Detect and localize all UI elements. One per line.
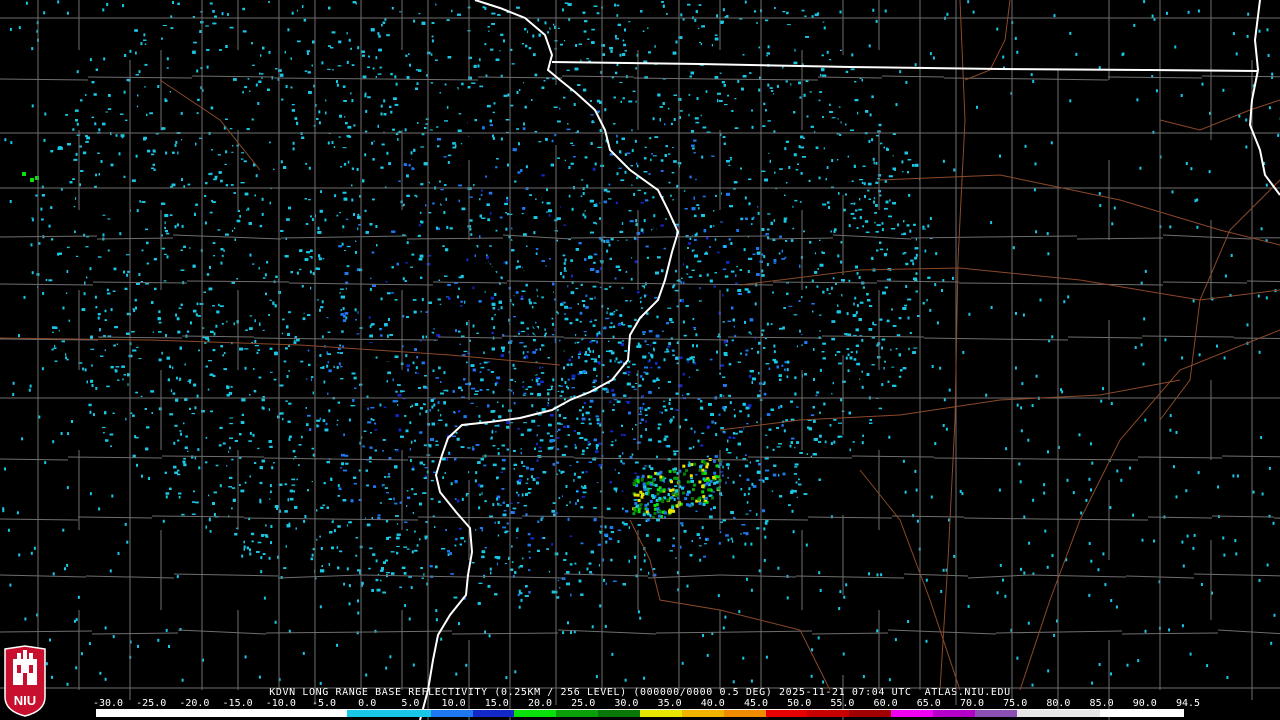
- colorbar-segment: [639, 710, 682, 717]
- scale-label: 75.0: [1003, 698, 1028, 709]
- scale-label: 55.0: [830, 698, 855, 709]
- colorbar-segment: [305, 710, 348, 717]
- scale-label: 25.0: [571, 698, 596, 709]
- colorbar-segment: [221, 710, 264, 717]
- scale-label: 40.0: [700, 698, 725, 709]
- colorbar-segment: [472, 710, 515, 717]
- scale-label: -25.0: [136, 698, 167, 709]
- scale-label: -5.0: [311, 698, 337, 709]
- colorbar-segment: [765, 710, 808, 717]
- radar-map: [0, 0, 1280, 720]
- scale-label: 70.0: [959, 698, 985, 709]
- scale-label: 45.0: [743, 698, 769, 709]
- colorbar-segment: [849, 710, 892, 717]
- scale-label: -20.0: [179, 698, 210, 709]
- colorbar-segment: [598, 710, 640, 717]
- niu-logo: NIU: [4, 645, 46, 717]
- scale-label: 15.0: [484, 698, 509, 709]
- scale-label: 94.5: [1175, 698, 1201, 709]
- product-title: KDVN LONG RANGE BASE REFLECTIVITY (0.25K…: [269, 687, 1011, 698]
- colorbar-segment: [137, 710, 180, 717]
- scale-label: 80.0: [1046, 698, 1071, 709]
- scale-label: 65.0: [916, 698, 941, 709]
- colorbar-segment: [1016, 710, 1059, 717]
- colorbar-segment: [891, 710, 933, 717]
- scale-label: 90.0: [1132, 698, 1157, 709]
- scale-label: -30.0: [92, 698, 124, 709]
- scale-label: 5.0: [401, 698, 420, 709]
- colorbar-segment: [1100, 710, 1143, 717]
- scale-label: 60.0: [873, 698, 898, 709]
- colorbar-segment: [96, 710, 138, 717]
- scale-label: 20.0: [527, 698, 553, 709]
- scale-label: 85.0: [1089, 698, 1114, 709]
- colorbar-segment: [974, 710, 1017, 717]
- colorbar-segment: [263, 710, 306, 717]
- scale-label: 0.0: [358, 698, 377, 709]
- colorbar-segment: [430, 710, 473, 717]
- colorbar-segment: [723, 710, 766, 717]
- colorbar-segment: [514, 710, 557, 717]
- scale-label: -10.0: [265, 698, 296, 709]
- colorbar-segment: [807, 710, 850, 717]
- colorbar-segment: [681, 710, 724, 717]
- reflectivity-colorbar: [96, 709, 1184, 717]
- scale-label: 30.0: [614, 698, 639, 709]
- scale-label: 50.0: [787, 698, 812, 709]
- scale-label: 10.0: [441, 698, 466, 709]
- colorbar-segment: [1142, 710, 1184, 717]
- colorbar-segment: [388, 710, 431, 717]
- scale-label: 35.0: [657, 698, 682, 709]
- colorbar-segment: [932, 710, 975, 717]
- colorbar-segment: [556, 710, 599, 717]
- colorbar-segment: [179, 710, 222, 717]
- scale-label: -15.0: [222, 698, 253, 709]
- colorbar-segment: [1058, 710, 1101, 717]
- colorbar-segment: [347, 710, 389, 717]
